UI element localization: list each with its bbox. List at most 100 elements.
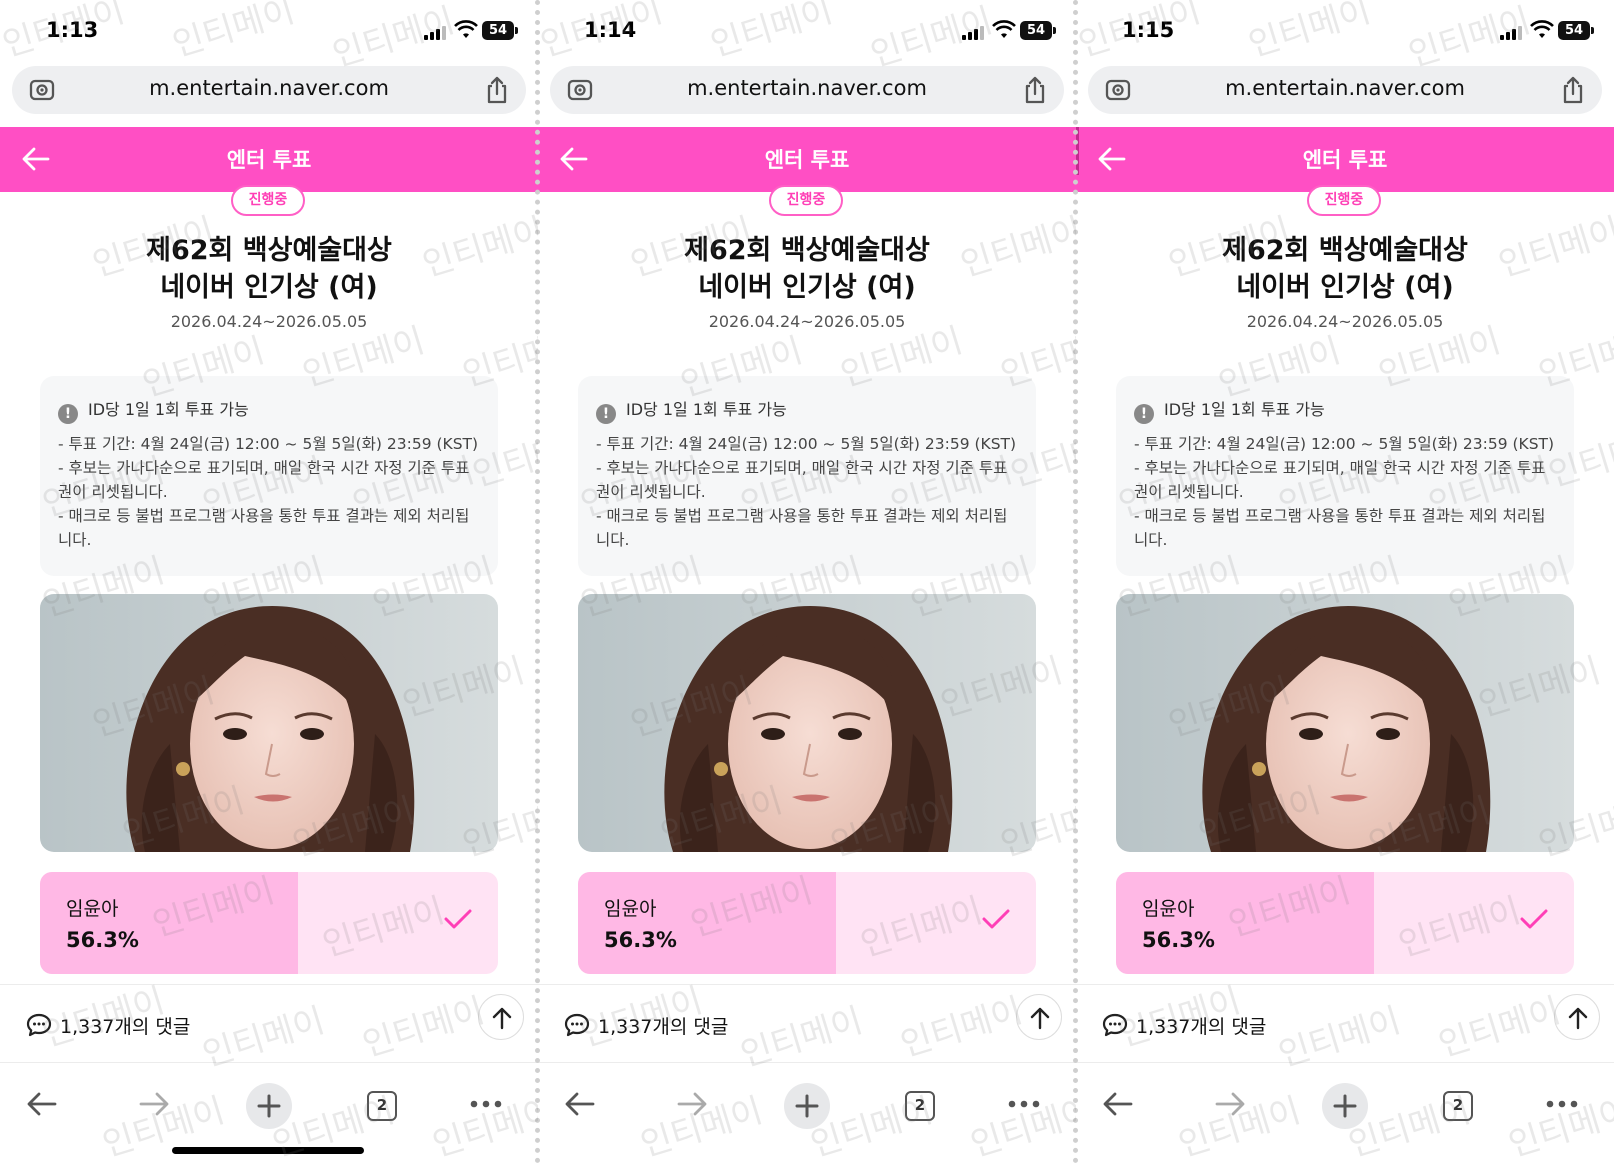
divider <box>1076 984 1614 985</box>
wifi-icon <box>1530 20 1554 44</box>
watermark-text: 인티메이 <box>1433 990 1566 1066</box>
more-icon[interactable] <box>1546 1093 1578 1112</box>
candidate-name: 임윤아 <box>1142 898 1195 920</box>
candidate-result[interactable]: 임윤아 56.3% <box>578 872 1036 974</box>
info-icon: ! <box>1134 404 1154 424</box>
comments-link[interactable]: 1,337개의 댓글 <box>1102 1012 1266 1043</box>
forward-arrow-icon[interactable] <box>138 1089 170 1123</box>
tabs-icon[interactable]: 2 <box>367 1091 397 1121</box>
forward-arrow-icon[interactable] <box>676 1089 708 1123</box>
scroll-to-top-button[interactable] <box>1554 994 1600 1040</box>
new-tab-button[interactable] <box>1322 1083 1368 1129</box>
share-icon[interactable] <box>1560 75 1586 109</box>
candidate-name: 임윤아 <box>66 898 119 920</box>
notice-lines: - 투표 기간: 4월 24일(금) 12:00 ~ 5월 5일(화) 23:5… <box>1134 432 1564 552</box>
candidate-percent: 56.3% <box>604 928 677 952</box>
forward-arrow-icon[interactable] <box>1214 1089 1246 1123</box>
browser-toolbar: 2 <box>538 1062 1076 1164</box>
notice-line: 권이 리셋됩니다. <box>1134 483 1244 501</box>
comparison-screens: 1:13 54 m.entertain.naver.com 엔터 투표 진행중 … <box>0 0 1614 1164</box>
notice-line: - 매크로 등 불법 프로그램 사용을 통한 투표 결과는 제외 처리됩 <box>58 507 470 525</box>
back-arrow-icon[interactable] <box>26 1089 58 1123</box>
app-header: 엔터 투표 <box>1076 127 1614 192</box>
candidate-result[interactable]: 임윤아 56.3% <box>40 872 498 974</box>
app-header: 엔터 투표 <box>538 127 1076 192</box>
share-icon[interactable] <box>1022 75 1048 109</box>
status-bar: 1:14 54 <box>538 0 1076 62</box>
vote-title: 제62회 백상예술대상 네이버 인기상 (여) <box>538 232 1076 306</box>
candidate-photo <box>40 594 498 852</box>
notice-line: - 매크로 등 불법 프로그램 사용을 통한 투표 결과는 제외 처리됩 <box>1134 507 1546 525</box>
url-text[interactable]: m.entertain.naver.com <box>1088 76 1602 100</box>
address-bar[interactable]: m.entertain.naver.com <box>12 66 526 114</box>
candidate-percent: 56.3% <box>1142 928 1215 952</box>
vote-title: 제62회 백상예술대상 네이버 인기상 (여) <box>0 232 538 306</box>
comments-count: 1,337개의 댓글 <box>60 1016 191 1038</box>
battery-icon: 54 <box>482 21 518 40</box>
comments-count: 1,337개의 댓글 <box>598 1016 729 1038</box>
vote-period: 2026.04.24~2026.05.05 <box>170 312 368 331</box>
candidate-percent: 56.3% <box>66 928 139 952</box>
notice-heading: ! ID당 1일 1회 투표 가능 <box>596 396 787 424</box>
notice-line: - 투표 기간: 4월 24일(금) 12:00 ~ 5월 5일(화) 23:5… <box>596 435 1017 453</box>
notice-heading-text: ID당 1일 1회 투표 가능 <box>88 400 249 419</box>
vote-period: 2026.04.24~2026.05.05 <box>1246 312 1444 331</box>
scroll-to-top-button[interactable] <box>1016 994 1062 1040</box>
vote-period: 2026.04.24~2026.05.05 <box>708 312 906 331</box>
candidate-result[interactable]: 임윤아 56.3% <box>1116 872 1574 974</box>
comments-link[interactable]: 1,337개의 댓글 <box>564 1012 728 1043</box>
signal-icon <box>962 24 986 40</box>
status-badge: 진행중 <box>1307 185 1381 216</box>
back-arrow-icon[interactable] <box>564 1089 596 1123</box>
info-icon: ! <box>596 404 616 424</box>
notice-line: - 후보는 가나다순으로 표기되며, 매일 한국 시간 자정 기준 투표 <box>1134 459 1546 477</box>
vote-share-bar <box>1116 872 1374 974</box>
back-arrow-icon[interactable] <box>1102 1089 1134 1123</box>
tabs-icon[interactable]: 2 <box>1443 1091 1473 1121</box>
wifi-icon <box>992 20 1016 44</box>
new-tab-button[interactable] <box>246 1083 292 1129</box>
notice-lines: - 투표 기간: 4월 24일(금) 12:00 ~ 5월 5일(화) 23:5… <box>58 432 488 552</box>
address-bar[interactable]: m.entertain.naver.com <box>550 66 1064 114</box>
divider <box>538 984 1076 985</box>
notice-box: ! ID당 1일 1회 투표 가능 - 투표 기간: 4월 24일(금) 12:0… <box>578 376 1036 576</box>
address-bar[interactable]: m.entertain.naver.com <box>1088 66 1602 114</box>
status-time: 1:15 <box>1122 18 1175 42</box>
new-tab-button[interactable] <box>784 1083 830 1129</box>
url-text[interactable]: m.entertain.naver.com <box>12 76 526 100</box>
status-time: 1:14 <box>584 18 637 42</box>
notice-line: 니다. <box>1134 531 1168 549</box>
more-icon[interactable] <box>1008 1093 1040 1112</box>
notice-line: 권이 리셋됩니다. <box>58 483 168 501</box>
notice-line: - 후보는 가나다순으로 표기되며, 매일 한국 시간 자정 기준 투표 <box>58 459 470 477</box>
signal-icon <box>1500 24 1524 40</box>
signal-icon <box>424 24 448 40</box>
vote-title-line2: 네이버 인기상 (여) <box>160 272 378 303</box>
tabs-icon[interactable]: 2 <box>905 1091 935 1121</box>
vote-title-line1: 제62회 백상예술대상 <box>1222 235 1468 266</box>
candidate-photo <box>1116 594 1574 852</box>
notice-heading: ! ID당 1일 1회 투표 가능 <box>58 396 249 424</box>
comments-link[interactable]: 1,337개의 댓글 <box>26 1012 190 1043</box>
status-badge: 진행중 <box>769 185 843 216</box>
notice-line: 니다. <box>58 531 92 549</box>
check-icon <box>1520 908 1548 934</box>
check-icon <box>982 908 1010 934</box>
page-title: 엔터 투표 <box>1302 148 1388 172</box>
notice-heading-text: ID당 1일 1회 투표 가능 <box>626 400 787 419</box>
scroll-to-top-button[interactable] <box>478 994 524 1040</box>
more-icon[interactable] <box>470 1093 502 1112</box>
status-bar: 1:15 54 <box>1076 0 1614 62</box>
browser-toolbar: 2 <box>1076 1062 1614 1164</box>
share-icon[interactable] <box>484 75 510 109</box>
notice-line: - 매크로 등 불법 프로그램 사용을 통한 투표 결과는 제외 처리됩 <box>596 507 1008 525</box>
candidate-photo <box>578 594 1036 852</box>
phone-screen-1: 1:13 54 m.entertain.naver.com 엔터 투표 진행중 … <box>0 0 538 1164</box>
url-text[interactable]: m.entertain.naver.com <box>550 76 1064 100</box>
plus-icon <box>795 1094 819 1118</box>
phone-screen-3: 1:15 54 m.entertain.naver.com 엔터 투표 진행중 … <box>1076 0 1614 1164</box>
wifi-icon <box>454 20 478 44</box>
notice-lines: - 투표 기간: 4월 24일(금) 12:00 ~ 5월 5일(화) 23:5… <box>596 432 1026 552</box>
plus-icon <box>257 1094 281 1118</box>
phone-screen-2: 1:14 54 m.entertain.naver.com 엔터 투표 진행중 … <box>538 0 1076 1164</box>
